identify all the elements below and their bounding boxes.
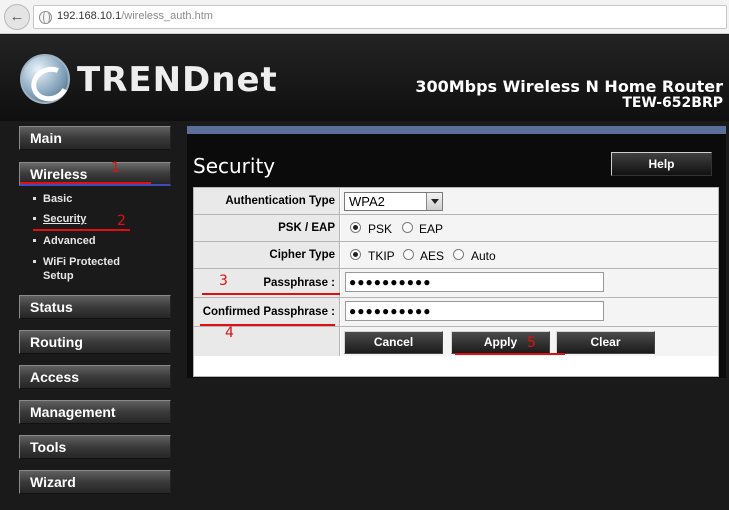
confirm-passphrase-label: Confirmed Passphrase : bbox=[194, 298, 340, 326]
security-panel: Security Help Authentication Type WPA2 P… bbox=[187, 126, 726, 378]
annotation-1: 1 bbox=[111, 160, 120, 176]
aes-radio-label: AES bbox=[420, 249, 445, 263]
confirm-passphrase-cell: ●●●●●●●●●● bbox=[341, 298, 718, 326]
auto-radio[interactable] bbox=[453, 249, 464, 260]
nav-management[interactable]: Management bbox=[19, 400, 171, 424]
auto-radio-label: Auto bbox=[471, 249, 496, 263]
annotation-4: 4 bbox=[225, 325, 234, 341]
psk-eap-cell: PSK EAP bbox=[341, 215, 718, 241]
cancel-button[interactable]: Cancel bbox=[344, 331, 443, 354]
annotation-underline-5 bbox=[455, 353, 565, 355]
submenu-basic[interactable]: Basic bbox=[33, 192, 72, 206]
nav-routing[interactable]: Routing bbox=[19, 330, 171, 354]
security-form: Authentication Type WPA2 PSK / EAP PSK E… bbox=[193, 187, 719, 377]
aes-radio[interactable] bbox=[403, 249, 414, 260]
passphrase-cell: ●●●●●●●●●● bbox=[341, 269, 718, 297]
annotation-underline-2 bbox=[33, 229, 130, 231]
url-text: 192.168.10.1/wireless_auth.htm bbox=[57, 10, 213, 22]
bullet-icon bbox=[33, 196, 36, 200]
nav-wizard[interactable]: Wizard bbox=[19, 470, 171, 494]
auth-type-row: Authentication Type WPA2 bbox=[194, 188, 718, 215]
browser-toolbar: ← 192.168.10.1/wireless_auth.htm bbox=[0, 0, 729, 34]
submenu-security[interactable]: Security bbox=[33, 212, 86, 226]
nav-status[interactable]: Status bbox=[19, 295, 171, 319]
nav-tools[interactable]: Tools bbox=[19, 435, 171, 459]
psk-radio[interactable] bbox=[350, 222, 361, 233]
url-host: 192.168.10.1 bbox=[57, 10, 122, 22]
back-arrow-icon[interactable]: ← bbox=[4, 4, 30, 30]
psk-radio-label: PSK bbox=[368, 222, 393, 236]
clear-button[interactable]: Clear bbox=[556, 331, 655, 354]
cipher-type-row: Cipher Type TKIP AES Auto bbox=[194, 242, 718, 269]
bullet-icon bbox=[33, 238, 36, 242]
auth-type-label: Authentication Type bbox=[194, 188, 340, 214]
tkip-radio[interactable] bbox=[350, 249, 361, 260]
psk-eap-row: PSK / EAP PSK EAP bbox=[194, 215, 718, 242]
nav-access[interactable]: Access bbox=[19, 365, 171, 389]
address-bar[interactable]: 192.168.10.1/wireless_auth.htm bbox=[33, 5, 727, 29]
annotation-underline-3 bbox=[202, 293, 340, 295]
confirm-passphrase-row: Confirmed Passphrase : ●●●●●●●●●● bbox=[194, 298, 718, 327]
router-header: TRENDnet 300Mbps Wireless N Home Router … bbox=[0, 35, 729, 121]
cipher-type-label: Cipher Type bbox=[194, 242, 340, 268]
tkip-radio-label: TKIP bbox=[368, 249, 395, 263]
submenu-advanced[interactable]: Advanced bbox=[33, 234, 96, 248]
product-title: 300Mbps Wireless N Home Router bbox=[415, 77, 723, 96]
brand-logo-text: TRENDnet bbox=[77, 60, 278, 100]
bullet-icon bbox=[33, 259, 36, 263]
buttons-label-cell bbox=[194, 327, 340, 356]
confirm-passphrase-input[interactable]: ●●●●●●●●●● bbox=[345, 301, 604, 321]
nav-main[interactable]: Main bbox=[19, 126, 171, 150]
chevron-down-icon[interactable] bbox=[426, 193, 442, 210]
form-buttons-row: Cancel Apply Clear bbox=[194, 327, 718, 356]
annotation-underline-4 bbox=[200, 324, 335, 326]
passphrase-input[interactable]: ●●●●●●●●●● bbox=[345, 272, 604, 292]
psk-eap-label: PSK / EAP bbox=[194, 215, 340, 241]
auth-type-cell: WPA2 bbox=[341, 188, 718, 214]
annotation-5: 5 bbox=[527, 335, 536, 351]
trendnet-logo-icon bbox=[20, 54, 70, 104]
help-button[interactable]: Help bbox=[611, 152, 712, 176]
url-path: /wireless_auth.htm bbox=[121, 10, 213, 22]
submenu-wifi-protected-setup[interactable]: WiFi Protected Setup bbox=[33, 255, 120, 283]
bullet-icon bbox=[33, 216, 36, 220]
product-model: TEW-652BRP bbox=[622, 95, 723, 111]
globe-icon bbox=[39, 11, 52, 24]
annotation-underline-1 bbox=[20, 182, 151, 184]
annotation-2: 2 bbox=[117, 213, 126, 229]
eap-radio-label: EAP bbox=[419, 222, 444, 236]
auth-type-value: WPA2 bbox=[349, 194, 385, 209]
annotation-3: 3 bbox=[219, 273, 228, 289]
eap-radio[interactable] bbox=[402, 222, 413, 233]
auth-type-select[interactable]: WPA2 bbox=[344, 192, 443, 211]
page-title: Security bbox=[193, 154, 276, 178]
cipher-type-cell: TKIP AES Auto bbox=[341, 242, 718, 268]
